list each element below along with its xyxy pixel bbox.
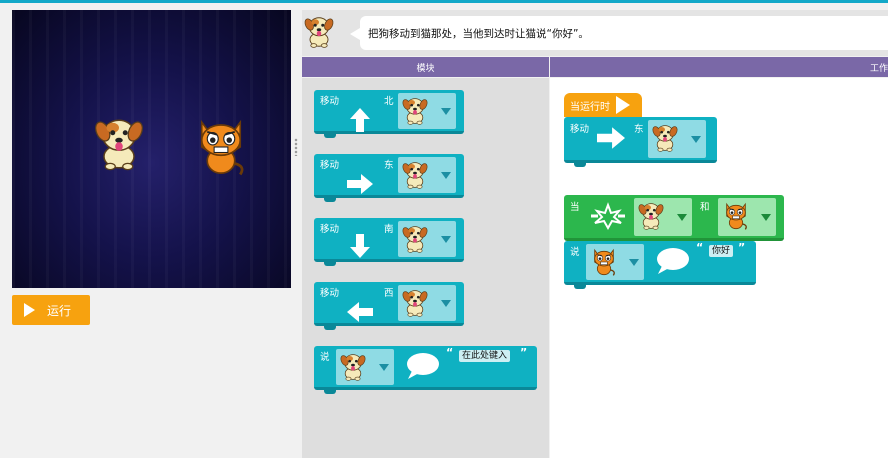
direction-label: 北 [384, 96, 394, 107]
dog-sprite-icon [638, 203, 664, 230]
right-arrow-icon [597, 127, 625, 149]
direction-label: 东 [634, 124, 644, 135]
move-east-block[interactable]: 移动 东 [564, 117, 717, 167]
close-quote: ” [738, 241, 746, 254]
block-connector [324, 389, 336, 394]
chevron-down-icon [441, 300, 451, 307]
block-label: 移动 [570, 124, 590, 135]
block-connector [574, 284, 586, 289]
block-connector [324, 133, 336, 138]
play-icon [616, 96, 630, 114]
chevron-down-icon [677, 214, 687, 221]
cat-sprite [200, 120, 244, 176]
dog-sprite-icon [652, 125, 678, 152]
dog-avatar-icon [304, 17, 334, 48]
cat-sprite-icon [594, 249, 615, 277]
up-arrow-icon [350, 108, 370, 132]
block-connector [324, 261, 336, 266]
chevron-down-icon [379, 364, 389, 371]
chevron-down-icon [691, 136, 701, 143]
chevron-down-icon [761, 214, 771, 221]
sprite-dropdown[interactable] [398, 221, 456, 257]
say-label: 说 [570, 247, 580, 258]
instructions-bubble: 把狗移动到猫那处，当他到达时让猫说“你好”。 [350, 16, 888, 50]
when-run-label: 当运行时 [570, 101, 610, 113]
dog-sprite-icon [402, 98, 428, 125]
sprite-dropdown[interactable] [648, 120, 706, 158]
panel-resize-handle[interactable] [294, 138, 298, 156]
block-label: 移动 [320, 224, 340, 235]
sprite-dropdown-2[interactable] [718, 198, 776, 236]
move-west-block[interactable]: 移动 西 [314, 282, 464, 330]
and-label: 和 [700, 202, 710, 213]
dog-sprite [94, 119, 144, 171]
dog-sprite-icon [340, 354, 366, 381]
workspace-header: 工作 [550, 57, 888, 77]
when-run-block[interactable]: 当运行时 [564, 93, 642, 117]
open-quote: “ [446, 346, 454, 359]
direction-label: 西 [384, 288, 394, 299]
direction-label: 南 [384, 224, 394, 235]
play-icon [24, 303, 35, 317]
say-block[interactable]: 说 “ 在此处键入 ” [314, 346, 537, 394]
block-connector [574, 162, 586, 167]
sprite-dropdown-1[interactable] [634, 198, 692, 236]
run-button[interactable]: 运行 [12, 295, 90, 325]
block-label: 说 [320, 352, 330, 363]
chevron-down-icon [441, 236, 451, 243]
move-east-block[interactable]: 移动 东 [314, 154, 464, 202]
instructions-text: 把狗移动到猫那处，当他到达时让猫说“你好”。 [368, 27, 589, 40]
left-arrow-icon [347, 302, 373, 322]
open-quote: “ [696, 241, 704, 254]
dog-sprite-icon [402, 162, 428, 189]
block-label: 移动 [320, 288, 340, 299]
workspace-panel: 当运行时 移动 东 当 和 说 “ 你好 ” [550, 78, 888, 458]
collision-icon [591, 202, 625, 231]
right-arrow-icon [347, 174, 373, 194]
toolbox-header-label: 模块 [416, 63, 435, 74]
close-quote: ” [520, 346, 528, 359]
toolbox-panel: 移动 北 移动 东 移动 南 移动 西 说 “ 在此处键入 ” [302, 78, 549, 458]
run-button-label: 运行 [47, 303, 72, 318]
block-label: 移动 [320, 160, 340, 171]
when-label: 当 [570, 202, 580, 213]
chevron-down-icon [441, 172, 451, 179]
sprite-dropdown[interactable] [586, 244, 644, 280]
say-text-field[interactable]: 在此处键入 [459, 350, 511, 362]
direction-label: 东 [384, 160, 394, 171]
workspace-header-label: 工作 [869, 63, 888, 74]
toolbox-header: 模块 [302, 57, 549, 77]
speech-bubble-icon [657, 248, 689, 274]
top-accent-bar [0, 0, 888, 3]
move-north-block[interactable]: 移动 北 [314, 90, 464, 138]
sprite-dropdown[interactable] [398, 93, 456, 129]
block-label: 移动 [320, 96, 340, 107]
down-arrow-icon [350, 234, 370, 258]
chevron-down-icon [441, 108, 451, 115]
cat-sprite-icon [726, 203, 747, 230]
sprite-dropdown[interactable] [336, 349, 394, 385]
chevron-down-icon [629, 259, 639, 266]
speech-bubble-icon [407, 353, 439, 379]
say-block[interactable]: 说 “ 你好 ” [564, 241, 756, 289]
block-connector [324, 197, 336, 202]
sprite-dropdown[interactable] [398, 157, 456, 193]
dog-sprite-icon [402, 226, 428, 253]
move-south-block[interactable]: 移动 南 [314, 218, 464, 266]
sprite-dropdown[interactable] [398, 285, 456, 321]
say-text-field[interactable]: 你好 [709, 245, 734, 257]
instructions-panel: 把狗移动到猫那处，当他到达时让猫说“你好”。 [302, 10, 888, 56]
stage-canvas [12, 10, 291, 288]
block-connector [324, 325, 336, 330]
when-touch-block[interactable]: 当 和 [564, 195, 784, 241]
dog-sprite-icon [402, 290, 428, 317]
